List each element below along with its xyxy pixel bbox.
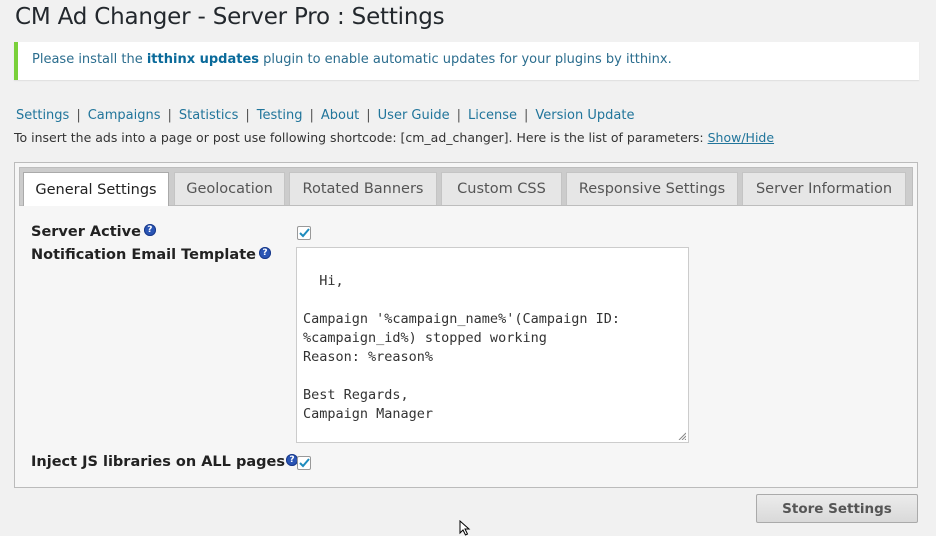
subnav-settings[interactable]: Settings (16, 108, 69, 123)
server-active-checkbox[interactable] (297, 226, 311, 240)
tab-bar: General Settings Geolocation Rotated Ban… (19, 167, 913, 206)
subnav-separator: | (245, 108, 250, 123)
page-title: CM Ad Changer - Server Pro : Settings (15, 4, 445, 30)
subnav-separator: | (167, 108, 172, 123)
shortcode-text: To insert the ads into a page or post us… (14, 130, 708, 145)
subnav-campaigns[interactable]: Campaigns (88, 108, 161, 123)
tab-server-information[interactable]: Server Information (742, 172, 906, 205)
tab-geolocation[interactable]: Geolocation (174, 172, 285, 205)
tab-custom-css[interactable]: Custom CSS (441, 172, 562, 205)
plugin-subnav: Settings | Campaigns | Statistics | Testing | Ab… (16, 108, 634, 123)
notice-suffix: plugin to enable automatic updates for y… (259, 52, 672, 67)
tab-responsive-settings[interactable]: Responsive Settings (566, 172, 738, 205)
notification-template-label: Notification Email Template (31, 247, 256, 263)
checkmark-icon (298, 228, 310, 238)
subnav-statistics[interactable]: Statistics (179, 108, 238, 123)
notification-template-row: Notification Email Template? (31, 247, 271, 263)
checkmark-icon (298, 458, 310, 468)
subnav-license[interactable]: License (468, 108, 517, 123)
notification-template-value: Hi, Campaign '%campaign_name%'(Campaign … (303, 273, 620, 422)
notice-prefix: Please install the (32, 52, 147, 67)
subnav-separator: | (76, 108, 81, 123)
notification-template-textarea[interactable]: Hi, Campaign '%campaign_name%'(Campaign … (296, 247, 689, 443)
inject-js-row: Inject JS libraries on ALL pages? (31, 454, 298, 470)
inject-js-label: Inject JS libraries on ALL pages (31, 454, 285, 470)
inject-js-checkbox[interactable] (297, 456, 311, 470)
subnav-version-update[interactable]: Version Update (535, 108, 634, 123)
subnav-separator: | (309, 108, 314, 123)
help-icon[interactable]: ? (143, 224, 156, 236)
subnav-separator: | (366, 108, 371, 123)
subnav-about[interactable]: About (321, 108, 359, 123)
store-settings-button[interactable]: Store Settings (756, 494, 918, 523)
update-notice: Please install the itthinx updates plugi… (14, 42, 919, 80)
server-active-row: Server Active? (31, 224, 156, 240)
subnav-testing[interactable]: Testing (257, 108, 303, 123)
resize-grip-icon[interactable] (678, 432, 686, 440)
subnav-user-guide[interactable]: User Guide (378, 108, 450, 123)
notice-link[interactable]: itthinx updates (147, 52, 259, 67)
tab-rotated-banners[interactable]: Rotated Banners (289, 172, 437, 205)
server-active-label: Server Active (31, 224, 141, 240)
subnav-separator: | (524, 108, 529, 123)
subnav-separator: | (456, 108, 462, 123)
help-icon[interactable]: ? (258, 247, 271, 259)
tab-general-settings[interactable]: General Settings (23, 172, 169, 206)
show-hide-link[interactable]: Show/Hide (708, 130, 774, 145)
shortcode-info: To insert the ads into a page or post us… (14, 130, 774, 145)
